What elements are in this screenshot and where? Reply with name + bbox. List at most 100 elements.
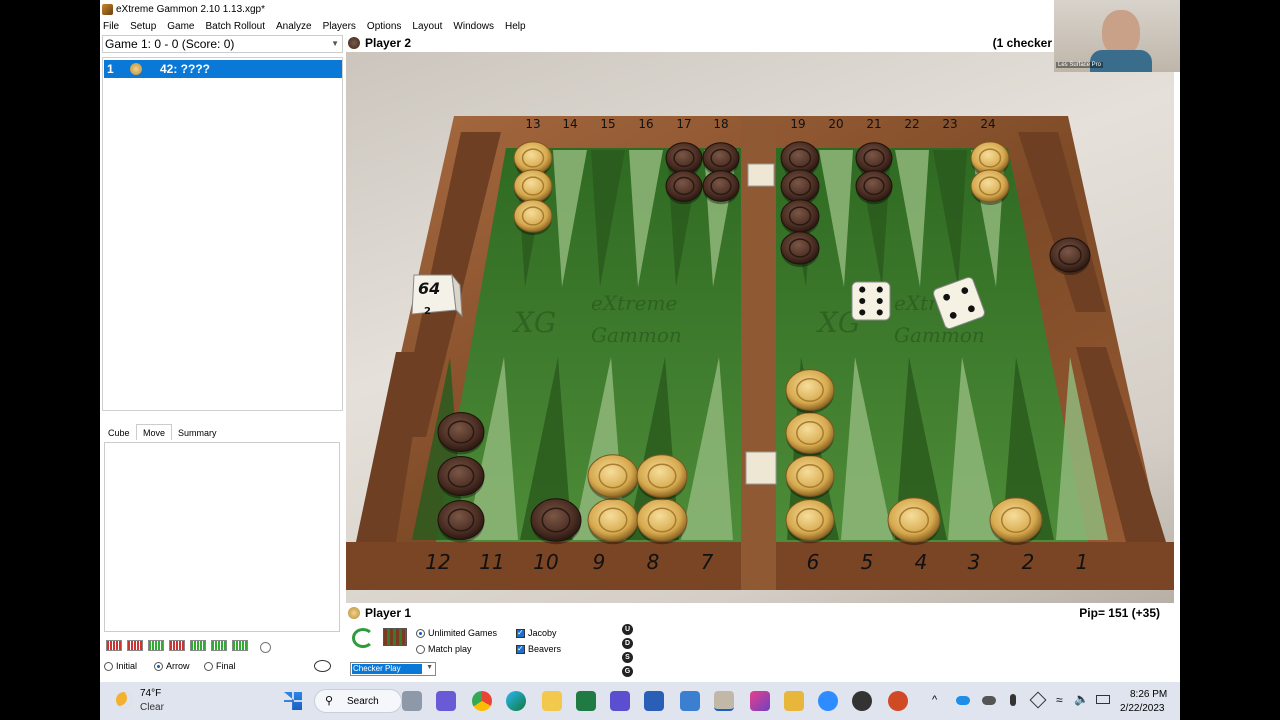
battery-icon[interactable] [1096, 695, 1110, 704]
menu-batch-rollout[interactable]: Batch Rollout [206, 21, 265, 32]
cloud-icon[interactable] [982, 696, 996, 705]
d-button[interactable]: D [622, 638, 633, 649]
dark-checker[interactable] [780, 169, 820, 203]
light-checker[interactable] [587, 498, 639, 542]
light-checker[interactable] [887, 497, 941, 543]
clock-date[interactable]: 2/22/2023 [1120, 703, 1165, 714]
dark-checker[interactable] [702, 170, 740, 202]
clock-time[interactable]: 8:26 PM [1130, 689, 1167, 700]
dark-checker[interactable] [780, 199, 820, 233]
menu-analyze[interactable]: Analyze [276, 21, 312, 32]
radio-final[interactable]: Final [204, 661, 236, 671]
board-icon[interactable] [383, 628, 407, 646]
light-checker[interactable] [513, 199, 553, 233]
dark-checker[interactable] [702, 142, 740, 174]
point-number-top: 14 [562, 117, 577, 131]
pen-icon[interactable] [1029, 691, 1047, 709]
rollout-icon-5[interactable] [190, 640, 206, 651]
light-checker[interactable] [785, 369, 835, 411]
explorer-icon[interactable] [542, 691, 562, 711]
onedrive-icon[interactable] [956, 696, 970, 705]
xg-taskbar-icon[interactable] [714, 691, 734, 711]
light-checker[interactable] [970, 141, 1010, 175]
menu-game[interactable]: Game [167, 21, 194, 32]
teams-icon[interactable] [436, 691, 456, 711]
task-view-icon[interactable] [402, 691, 422, 711]
chevron-up-icon[interactable]: ^ [932, 694, 937, 706]
point-number-bottom: 10 [533, 550, 558, 574]
app-icon-4[interactable] [750, 691, 770, 711]
light-checker[interactable] [636, 454, 688, 498]
die[interactable] [851, 281, 891, 321]
dark-checker[interactable] [855, 170, 893, 202]
chrome-icon[interactable] [472, 691, 492, 711]
folder-icon[interactable] [784, 691, 804, 711]
chat-icon[interactable] [314, 660, 331, 672]
zoom-icon[interactable] [818, 691, 838, 711]
dark-checker[interactable] [437, 499, 485, 541]
light-checker[interactable] [785, 455, 835, 497]
rollout-icon-3[interactable] [148, 640, 164, 651]
radio-match-play[interactable]: Match play [416, 644, 472, 654]
menu-options[interactable]: Options [367, 21, 401, 32]
taskbar-search[interactable]: ⚲ Search [314, 689, 402, 713]
s-button[interactable]: S [622, 652, 633, 663]
radio-arrow[interactable]: Arrow [154, 661, 190, 671]
mode-select[interactable]: Checker Play ▼ [350, 662, 436, 676]
menu-file[interactable]: File [103, 21, 119, 32]
light-checker[interactable] [513, 141, 553, 175]
app-icon-3[interactable] [680, 691, 700, 711]
app-icon-2[interactable] [610, 691, 630, 711]
checkbox-beavers[interactable]: Beavers [516, 644, 561, 654]
rollout-icon-2[interactable] [127, 640, 143, 651]
menu-windows[interactable]: Windows [453, 21, 494, 32]
dark-checker[interactable] [437, 455, 485, 497]
move-row[interactable]: 1 42: ???? [104, 60, 342, 78]
dark-checker[interactable] [437, 411, 485, 453]
dark-checker[interactable] [780, 141, 820, 175]
light-checker[interactable] [587, 454, 639, 498]
windows-start-icon[interactable] [284, 692, 302, 710]
dark-checker[interactable] [665, 142, 703, 174]
u-button[interactable]: U [622, 624, 633, 635]
light-checker[interactable] [970, 169, 1010, 203]
microphone-icon[interactable] [1010, 694, 1016, 706]
game-select[interactable]: Game 1: 0 - 0 (Score: 0) ▼ [102, 35, 343, 53]
menu-help[interactable]: Help [505, 21, 526, 32]
dark-checker[interactable] [1049, 237, 1091, 273]
tab-summary[interactable]: Summary [178, 428, 217, 438]
refresh-icon[interactable] [352, 628, 374, 648]
menu-layout[interactable]: Layout [412, 21, 442, 32]
menu-setup[interactable]: Setup [130, 21, 156, 32]
radio-initial[interactable]: Initial [104, 661, 137, 671]
edge-icon[interactable] [506, 691, 526, 711]
powerpoint-icon[interactable] [888, 691, 908, 711]
wifi-icon[interactable]: ≈ [1056, 693, 1063, 707]
menu-players[interactable]: Players [323, 21, 356, 32]
light-checker[interactable] [636, 498, 688, 542]
clock-icon[interactable] [260, 642, 271, 653]
light-checker[interactable] [513, 169, 553, 203]
dark-checker[interactable] [665, 170, 703, 202]
backgammon-board[interactable]: eXtreme Gammon eXtreme Gammon XG XG 1314… [346, 52, 1174, 603]
tab-cube[interactable]: Cube [108, 428, 130, 438]
rollout-icon-6[interactable] [211, 640, 227, 651]
light-checker[interactable] [785, 412, 835, 454]
volume-icon[interactable]: 🔈 [1074, 692, 1089, 706]
light-checker[interactable] [785, 499, 835, 541]
rollout-icon-4[interactable] [169, 640, 185, 651]
checkbox-jacoby[interactable]: Jacoby [516, 628, 557, 638]
dark-checker[interactable] [780, 231, 820, 265]
light-checker[interactable] [989, 497, 1043, 543]
rollout-icon-1[interactable] [106, 640, 122, 651]
app-icon-5[interactable] [852, 691, 872, 711]
rollout-icon-7[interactable] [232, 640, 248, 651]
word-icon[interactable] [644, 691, 664, 711]
dark-checker[interactable] [530, 498, 582, 542]
tab-move[interactable]: Move [136, 424, 173, 440]
radio-unlimited-games[interactable]: Unlimited Games [416, 628, 497, 638]
dark-checker[interactable] [855, 142, 893, 174]
die-pip [876, 286, 883, 293]
excel-icon[interactable] [576, 691, 596, 711]
g-button[interactable]: G [622, 666, 633, 677]
